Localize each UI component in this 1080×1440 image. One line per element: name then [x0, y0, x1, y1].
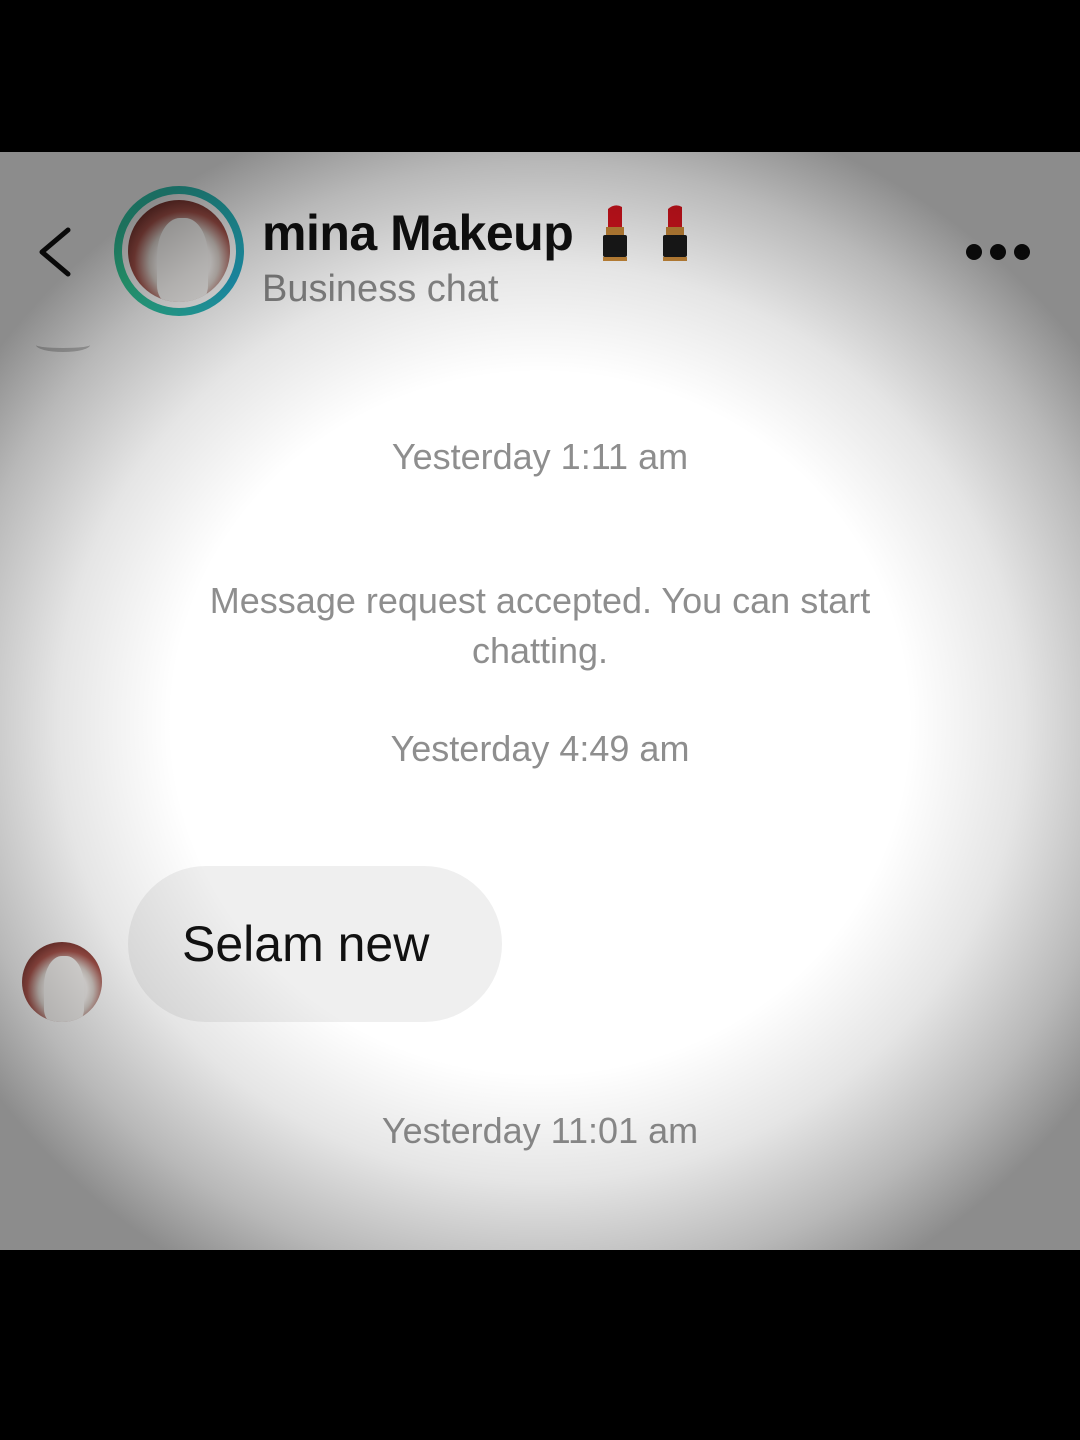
- chat-title-row[interactable]: mina Makeup: [262, 198, 693, 268]
- lipstick-icon: [657, 203, 693, 263]
- avatar-photo: [128, 200, 230, 302]
- chat-screen: mina Makeup Business chat Yesterday 1:11…: [0, 152, 1080, 1250]
- system-message: Message request accepted. You can start …: [209, 580, 871, 671]
- chevron-left-icon: [39, 227, 71, 277]
- header-avatar[interactable]: [114, 186, 244, 316]
- chat-subtitle: Business chat: [262, 268, 499, 310]
- timestamp: Yesterday 11:01 am: [381, 1110, 699, 1151]
- sender-avatar[interactable]: [22, 942, 102, 1022]
- timestamp: Yesterday 4:49 am: [390, 728, 690, 769]
- lipstick-icon: [597, 203, 633, 263]
- incoming-message-bubble[interactable]: Selam new: [128, 866, 502, 1022]
- avatar-photo: [22, 942, 102, 1022]
- avatar-inner: [122, 194, 236, 308]
- vignette-overlay: [0, 152, 1080, 1250]
- message-text: Selam new: [182, 916, 430, 972]
- scroll-edge-artifact: [36, 338, 90, 352]
- letterbox-bottom-bar: [0, 1250, 1080, 1440]
- back-button[interactable]: [30, 222, 80, 282]
- letterbox-top-bar: [0, 0, 1080, 152]
- more-options-button[interactable]: [962, 232, 1034, 272]
- chat-name: mina Makeup: [262, 205, 574, 261]
- timestamp: Yesterday 1:11 am: [391, 436, 689, 477]
